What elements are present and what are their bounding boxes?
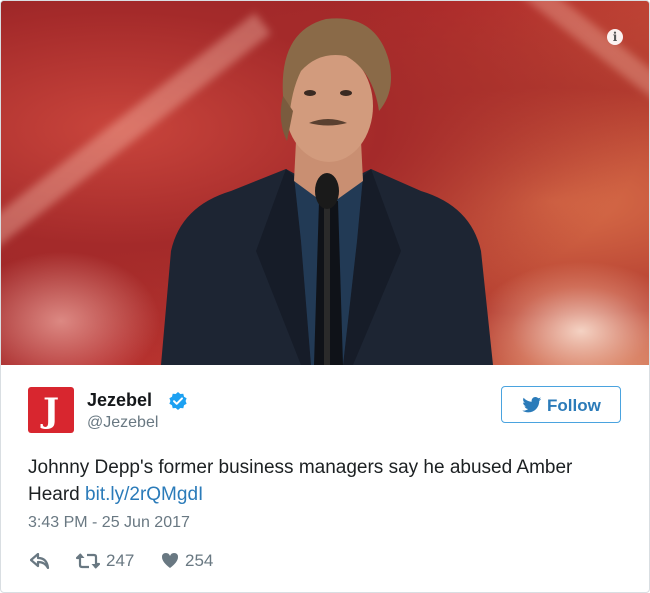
tweet-timestamp[interactable]: 3:43 PM - 25 Jun 2017: [28, 514, 190, 532]
tweet-text: Johnny Depp's former business managers s…: [28, 454, 628, 508]
tweet-card: i J Jezebel @Jezebel Follow Johnny Depp'…: [0, 0, 650, 593]
retweet-icon[interactable]: [76, 553, 100, 569]
tweet-link[interactable]: bit.ly/2rQMgdI: [85, 484, 203, 505]
verified-badge-icon: [169, 392, 187, 410]
man-at-microphone-image: [161, 18, 493, 365]
retweet-count: 247: [106, 551, 135, 570]
jezebel-logo[interactable]: J: [28, 387, 74, 433]
heart-icon[interactable]: [161, 552, 179, 569]
author-name[interactable]: Jezebel: [87, 390, 152, 411]
tweet-photo[interactable]: i: [1, 1, 649, 365]
like-count: 254: [185, 551, 214, 570]
twitter-bird-icon: [522, 397, 542, 413]
info-icon[interactable]: i: [607, 29, 623, 45]
author-handle[interactable]: @Jezebel: [87, 414, 158, 432]
follow-button[interactable]: Follow: [501, 386, 621, 423]
follow-button-label: Follow: [547, 396, 601, 415]
logo-letter: J: [42, 391, 60, 431]
reply-icon[interactable]: [30, 553, 50, 569]
